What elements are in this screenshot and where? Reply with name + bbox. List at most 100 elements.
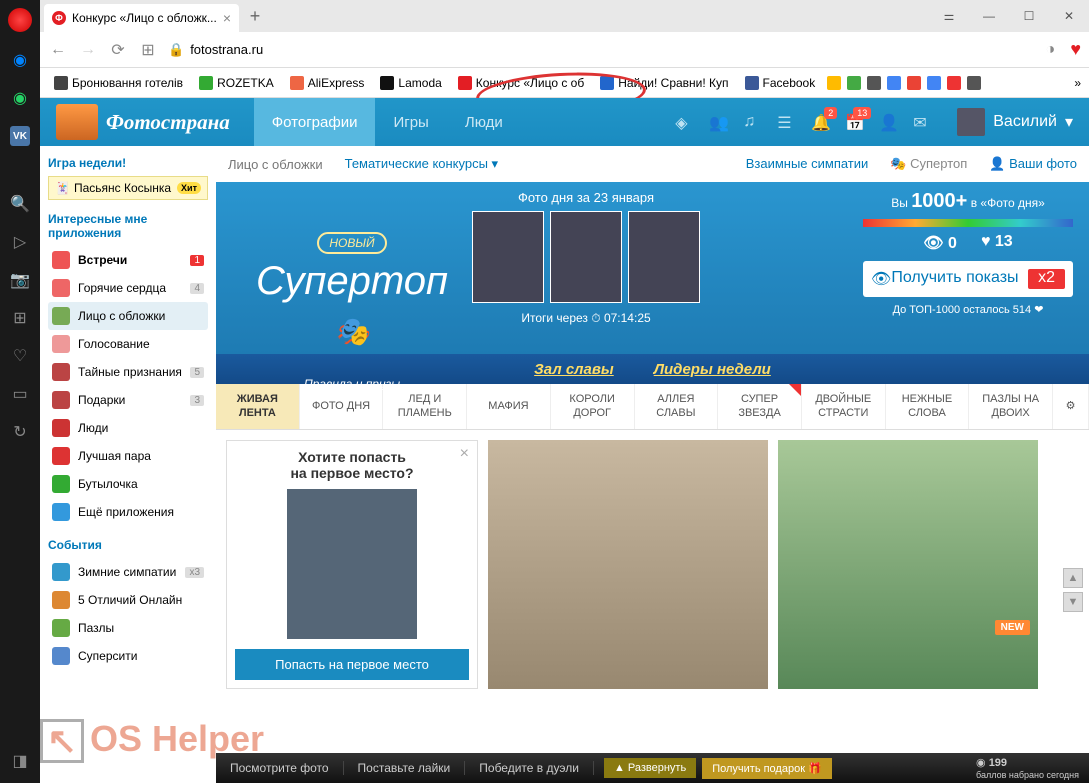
whatsapp-icon[interactable]: ◉	[10, 88, 30, 108]
sidebar-item[interactable]: Люди	[48, 414, 208, 442]
bookmark-icon[interactable]	[967, 76, 981, 90]
scroll-up-button[interactable]: ▲	[1063, 568, 1083, 588]
bottom-item[interactable]: Посмотрите фото	[216, 761, 344, 775]
expand-button[interactable]: ▲ Развернуть	[604, 758, 696, 778]
scroll-down-button[interactable]: ▼	[1063, 592, 1083, 612]
minimize-button[interactable]: —	[969, 1, 1009, 31]
sidebar-item[interactable]: Бутылочка	[48, 470, 208, 498]
category-tab[interactable]: ДВОЙНЫЕСТРАСТИ	[802, 384, 886, 429]
friends-icon[interactable]: 👥	[709, 113, 727, 131]
category-tab[interactable]: КОРОЛИДОРОГ	[551, 384, 635, 429]
browser-tab[interactable]: Ф Конкурс «Лицо с обложк... ×	[44, 4, 239, 32]
bottom-item[interactable]: Поставьте лайки	[344, 761, 466, 775]
subnav-link[interactable]: Тематические конкурсы ▾	[345, 156, 498, 172]
sidebar-item[interactable]: 5 Отличий Онлайн	[48, 586, 208, 614]
bookmark-item[interactable]: Найди! Сравни! Куп	[594, 73, 734, 93]
sidebar-item[interactable]: Лицо с обложки	[48, 302, 208, 330]
subnav-link[interactable]: Лицо с обложки	[228, 157, 323, 172]
get-views-button[interactable]: 👁 Получить показы x2	[863, 261, 1073, 297]
sidebar-item[interactable]: Подарки3	[48, 386, 208, 414]
sidebar-item[interactable]: Зимние симпатииx3	[48, 558, 208, 586]
category-tab[interactable]: ЖИВАЯЛЕНТА	[216, 384, 300, 429]
close-icon[interactable]: ×	[460, 445, 469, 463]
game-week-item[interactable]: 🃏 Пасьянс Косынка Хит	[48, 176, 208, 200]
send-icon[interactable]: ▷	[10, 232, 30, 252]
maximize-button[interactable]: ☐	[1009, 1, 1049, 31]
reload-button[interactable]: ⟳	[108, 40, 128, 60]
url-input[interactable]: 🔒 fotostrana.ru	[168, 42, 1030, 58]
bottom-item[interactable]: Победите в дуэли	[465, 761, 594, 775]
hall-of-fame-link[interactable]: Зал славы	[534, 361, 614, 378]
back-button[interactable]: ←	[48, 40, 68, 60]
adblock-icon[interactable]: ◑	[1040, 40, 1060, 60]
sidebar-item[interactable]: Ещё приложения	[48, 498, 208, 526]
nav-item[interactable]: Игры	[375, 98, 446, 146]
bookmark-icon[interactable]	[947, 76, 961, 90]
category-tab[interactable]: НЕЖНЫЕСЛОВА	[886, 384, 970, 429]
search-icon[interactable]: 🔍	[10, 194, 30, 214]
history-icon[interactable]: ↻	[10, 422, 30, 442]
home-button[interactable]: ⊞	[138, 40, 158, 60]
people-icon[interactable]: 👤	[879, 113, 897, 131]
subnav-link[interactable]: Взаимные симпатии	[746, 156, 869, 172]
music-icon[interactable]: ♫	[743, 113, 761, 131]
bookmark-icon[interactable]	[827, 76, 841, 90]
bookmark-item[interactable]: ROZETKA	[193, 73, 280, 93]
sidebar-item[interactable]: Пазлы	[48, 614, 208, 642]
heart-icon[interactable]: ♡	[10, 346, 30, 366]
bookmark-icon[interactable]	[847, 76, 861, 90]
menu-icon[interactable]: ⚌	[929, 1, 969, 31]
photo-thumb[interactable]	[628, 211, 700, 303]
category-tab[interactable]: АЛЛЕЯСЛАВЫ	[635, 384, 719, 429]
calendar-icon[interactable]: 📅13	[845, 113, 863, 131]
subnav-your-photo[interactable]: 👤 Ваши фото	[989, 156, 1077, 172]
expand-panel-icon[interactable]: ◨	[10, 751, 30, 771]
close-tab-icon[interactable]: ×	[223, 10, 231, 26]
bookmark-item[interactable]: AliExpress	[284, 73, 371, 93]
bookmark-icon[interactable]	[887, 76, 901, 90]
rules-link[interactable]: Правила и призы	[304, 377, 400, 391]
sidebar-item[interactable]: Тайные признания5	[48, 358, 208, 386]
photo-thumb[interactable]	[472, 211, 544, 303]
sidebar-item[interactable]: Лучшая пара	[48, 442, 208, 470]
bookmark-item[interactable]: Facebook	[739, 73, 822, 93]
feed-photo[interactable]: NEW	[778, 440, 1038, 689]
camera-icon[interactable]: 📷	[10, 270, 30, 290]
new-tab-button[interactable]: +	[243, 4, 267, 28]
list-icon[interactable]: ☰	[777, 113, 795, 131]
category-tab[interactable]: МАФИЯ	[467, 384, 551, 429]
site-logo[interactable]: Фотострана	[56, 104, 230, 140]
vk-icon[interactable]: VK	[10, 126, 30, 146]
bell-icon[interactable]: 🔔2	[811, 113, 829, 131]
sidebar-item[interactable]: Голосование	[48, 330, 208, 358]
category-tab[interactable]: ПАЗЛЫ НАДВОИХ	[969, 384, 1053, 429]
bookmark-icon[interactable]	[907, 76, 921, 90]
subnav-supertop[interactable]: 🎭 Супертоп	[890, 156, 967, 172]
sidebar-item[interactable]: Встречи1	[48, 246, 208, 274]
apps-icon[interactable]: ⊞	[10, 308, 30, 328]
bookmark-item[interactable]: Конкурс «Лицо с об	[452, 73, 590, 93]
bookmark-icon[interactable]	[867, 76, 881, 90]
bookmark-item[interactable]: Lamoda	[374, 73, 447, 93]
more-bookmarks-icon[interactable]: »	[1074, 76, 1081, 90]
gear-icon[interactable]: ⚙	[1053, 384, 1089, 429]
gift-button[interactable]: Получить подарок 🎁	[702, 758, 832, 779]
nav-item[interactable]: Фотографии	[254, 98, 376, 146]
sidebar-item[interactable]: Горячие сердца4	[48, 274, 208, 302]
nav-item[interactable]: Люди	[447, 98, 521, 146]
bookmark-item[interactable]: Бронювання готелів	[48, 73, 189, 93]
news-icon[interactable]: ▭	[10, 384, 30, 404]
messenger-icon[interactable]: ◉	[10, 50, 30, 70]
shield-icon[interactable]: ◈	[675, 113, 693, 131]
bookmark-heart-icon[interactable]: ♥	[1070, 39, 1081, 60]
forward-button[interactable]: →	[78, 40, 98, 60]
mail-icon[interactable]: ✉	[913, 113, 931, 131]
bookmark-icon[interactable]	[927, 76, 941, 90]
category-tab[interactable]: СУПЕРЗВЕЗДА	[718, 384, 802, 429]
photo-thumb[interactable]	[550, 211, 622, 303]
close-window-button[interactable]: ✕	[1049, 1, 1089, 31]
leaders-link[interactable]: Лидеры недели	[654, 361, 771, 378]
sidebar-item[interactable]: Суперсити	[48, 642, 208, 670]
promo-button[interactable]: Попасть на первое место	[235, 649, 469, 680]
feed-photo[interactable]	[488, 440, 768, 689]
